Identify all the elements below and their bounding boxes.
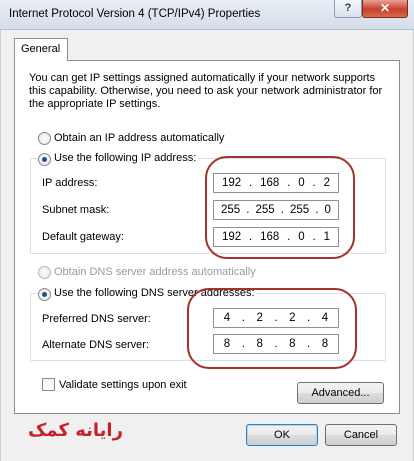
preferred-dns-octet-4: 4 <box>321 312 329 324</box>
description-text: You can get IP settings assigned automat… <box>29 72 383 110</box>
tab-general-label: General <box>21 43 61 55</box>
tab-general[interactable]: General <box>14 38 68 61</box>
default-gateway-octet-2: 168 <box>260 231 280 243</box>
subnet-mask-octet-4: 0 <box>324 204 331 216</box>
alternate-dns-octet-4: 8 <box>321 338 329 350</box>
close-button[interactable]: ✕ <box>362 0 408 18</box>
ip-address-octet-3: 0 <box>298 177 305 189</box>
alternate-dns-octet-3: 8 <box>289 338 296 350</box>
use-following-dns-radio[interactable] <box>38 288 51 301</box>
obtain-dns-auto-radio[interactable] <box>38 266 51 279</box>
title-bar[interactable]: Internet Protocol Version 4 (TCP/IPv4) P… <box>0 0 414 30</box>
subnet-mask-octet-1: 255 <box>221 204 241 216</box>
alternate-dns-label: Alternate DNS server: <box>42 339 149 351</box>
use-following-dns-label[interactable]: Use the following DNS server addresses: <box>52 287 257 299</box>
advanced-button[interactable]: Advanced... <box>297 382 384 404</box>
window-title: Internet Protocol Version 4 (TCP/IPv4) P… <box>9 8 261 20</box>
default-gateway-input[interactable]: 192. 168. 0. 1 <box>213 227 339 247</box>
ok-button[interactable]: OK <box>246 424 318 446</box>
default-gateway-octet-3: 0 <box>298 231 305 243</box>
watermark-logo: رایانه کمک <box>28 420 123 441</box>
preferred-dns-octet-1: 4 <box>223 312 231 324</box>
alternate-dns-input[interactable]: 8. 8. 8. 8 <box>213 334 339 354</box>
alternate-dns-octet-2: 8 <box>256 338 263 350</box>
validate-checkbox[interactable] <box>42 378 55 391</box>
ip-address-input[interactable]: 192. 168. 0. 2 <box>213 173 339 193</box>
default-gateway-label: Default gateway: <box>42 231 124 243</box>
default-gateway-octet-4: 1 <box>323 231 330 243</box>
subnet-mask-label: Subnet mask: <box>42 204 110 216</box>
default-gateway-octet-1: 192 <box>221 231 242 243</box>
preferred-dns-label: Preferred DNS server: <box>42 313 151 325</box>
alternate-dns-octet-1: 8 <box>223 338 231 350</box>
subnet-mask-input[interactable]: 255. 255. 255. 0 <box>213 200 339 220</box>
ip-address-label: IP address: <box>42 177 98 189</box>
help-button[interactable]: ? <box>334 0 362 18</box>
preferred-dns-octet-3: 2 <box>289 312 296 324</box>
use-following-ip-radio[interactable] <box>38 153 51 166</box>
preferred-dns-input[interactable]: 4. 2. 2. 4 <box>213 308 339 328</box>
subnet-mask-octet-2: 255 <box>255 204 275 216</box>
subnet-mask-octet-3: 255 <box>289 204 310 216</box>
obtain-ip-auto-radio[interactable] <box>38 132 51 145</box>
validate-label[interactable]: Validate settings upon exit <box>59 379 187 391</box>
obtain-dns-auto-label[interactable]: Obtain DNS server address automatically <box>54 266 256 278</box>
ip-address-octet-2: 168 <box>260 177 280 189</box>
ip-address-octet-1: 192 <box>221 177 242 189</box>
obtain-ip-auto-label[interactable]: Obtain an IP address automatically <box>54 132 224 144</box>
use-following-ip-label[interactable]: Use the following IP address: <box>52 152 199 164</box>
preferred-dns-octet-2: 2 <box>256 312 263 324</box>
cancel-button[interactable]: Cancel <box>325 424 397 446</box>
ip-address-octet-4: 2 <box>323 177 330 189</box>
